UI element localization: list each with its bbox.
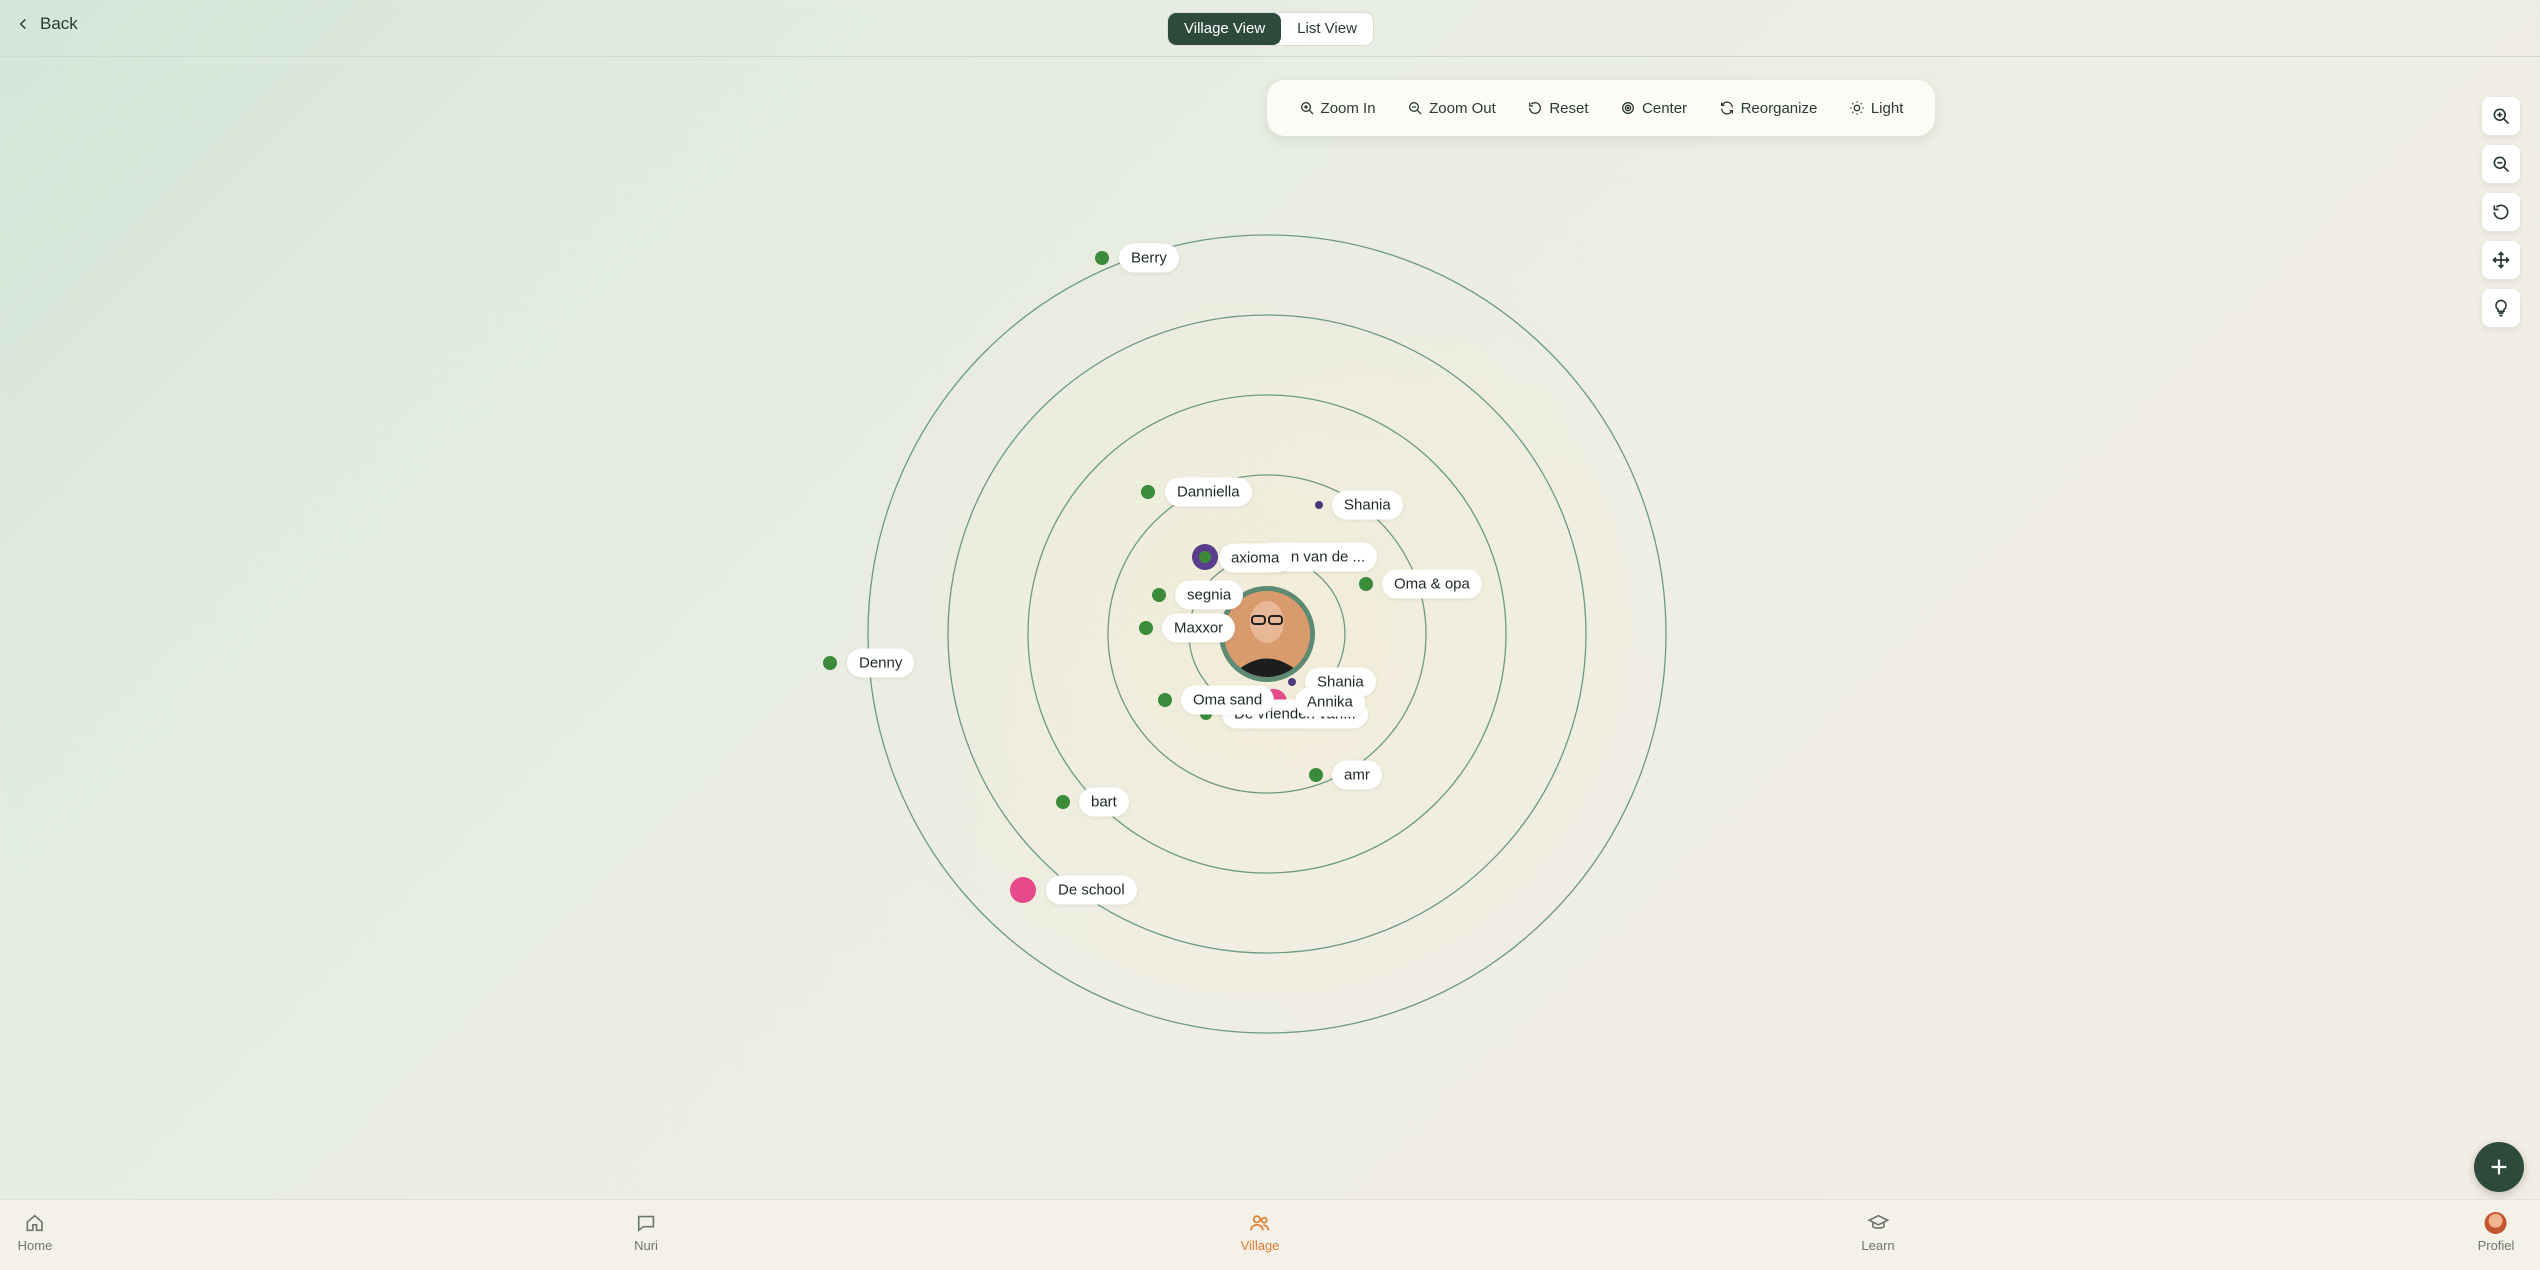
nav-village[interactable]: Village — [1240, 1212, 1280, 1253]
sun-icon — [1850, 101, 1864, 115]
zoom-out-label: Zoom Out — [1429, 99, 1496, 117]
zoom-in-icon — [2493, 108, 2510, 125]
village-canvas[interactable]: Berry Danniella Shania ...en van de ... … — [0, 0, 2540, 1200]
node-label[interactable]: segnia — [1175, 580, 1244, 610]
nav-nuri[interactable]: Nuri — [634, 1212, 658, 1253]
node-berry-dot[interactable] — [1095, 251, 1109, 265]
side-move-button[interactable] — [2482, 241, 2520, 279]
node-label[interactable]: Berry — [1119, 243, 1179, 273]
node-oma-sand-dot[interactable] — [1158, 693, 1172, 707]
node-label[interactable]: Maxxor — [1162, 613, 1236, 643]
node-maxxor-dot[interactable] — [1139, 621, 1153, 635]
side-zoom-in-button[interactable] — [2482, 97, 2520, 135]
nav-learn-label: Learn — [1861, 1238, 1895, 1253]
nav-village-label: Village — [1240, 1238, 1280, 1253]
zoom-out-icon — [2493, 156, 2510, 173]
refresh-icon — [1720, 101, 1733, 115]
side-zoom-out-button[interactable] — [2482, 145, 2520, 183]
reset-icon — [1529, 102, 1542, 114]
light-label: Light — [1870, 99, 1904, 117]
zoom-in-button[interactable]: Zoom In — [1299, 100, 1376, 117]
node-label[interactable]: Danniella — [1165, 477, 1252, 507]
lightbulb-icon — [2495, 299, 2507, 317]
center-label: Center — [1642, 99, 1688, 117]
node-label[interactable]: amr — [1332, 760, 1382, 790]
node-label[interactable]: De school — [1046, 875, 1137, 905]
nav-profiel-label: Profiel — [2477, 1238, 2515, 1253]
node-oma-opa-dot[interactable] — [1359, 577, 1373, 591]
move-icon — [2492, 251, 2510, 269]
bottom-navigation: Home Nuri Village Learn Profiel — [0, 1199, 2540, 1270]
graduation-cap-icon — [1867, 1214, 1889, 1229]
node-axioma-inner — [1199, 551, 1211, 563]
reorganize-label: Reorganize — [1740, 99, 1818, 117]
zoom-out-icon — [1409, 102, 1422, 115]
reset-icon — [2493, 204, 2509, 220]
node-shania-dot[interactable] — [1315, 501, 1323, 509]
node-label[interactable]: Oma & opa — [1382, 569, 1482, 599]
reset-button[interactable]: Reset — [1527, 99, 1589, 117]
people-icon — [1250, 1215, 1270, 1231]
node-label[interactable]: Oma sand — [1181, 685, 1275, 715]
nav-nuri-label: Nuri — [634, 1238, 658, 1253]
nav-home[interactable]: Home — [17, 1212, 53, 1253]
side-lightbulb-button[interactable] — [2482, 289, 2520, 327]
side-reset-button[interactable] — [2482, 193, 2520, 231]
chat-icon — [637, 1215, 655, 1233]
node-de-school-dot[interactable] — [1010, 877, 1036, 903]
node-label[interactable]: axioma — [1219, 543, 1292, 573]
node-denny-dot[interactable] — [823, 656, 837, 670]
zoom-in-icon — [1300, 102, 1314, 115]
graph-toolbar: Zoom In Zoom Out Reset Center Reorganize… — [1267, 80, 1935, 136]
node-danniella-dot[interactable] — [1141, 485, 1155, 499]
center-button[interactable]: Center — [1620, 100, 1687, 117]
nav-learn[interactable]: Learn — [1861, 1212, 1895, 1253]
node-amr-dot[interactable] — [1309, 768, 1323, 782]
node-label[interactable]: Denny — [847, 648, 915, 678]
node-segnia-dot[interactable] — [1152, 588, 1166, 602]
zoom-in-label: Zoom In — [1320, 99, 1376, 117]
home-icon — [26, 1214, 44, 1232]
node-label[interactable]: bart — [1079, 787, 1129, 817]
reset-label: Reset — [1549, 99, 1589, 117]
node-label[interactable]: Annika — [1295, 687, 1365, 717]
reorganize-button[interactable]: Reorganize — [1719, 99, 1818, 117]
node-bart-dot[interactable] — [1056, 795, 1070, 809]
nav-profiel[interactable]: Profiel — [2477, 1212, 2515, 1253]
village-rings — [823, 204, 1697, 1064]
avatar — [2484, 1212, 2507, 1234]
plus-icon — [2491, 1159, 2507, 1175]
add-member-button[interactable] — [2474, 1142, 2524, 1192]
nav-home-label: Home — [17, 1238, 53, 1253]
light-button[interactable]: Light — [1849, 99, 1904, 117]
zoom-out-button[interactable]: Zoom Out — [1407, 100, 1496, 117]
node-label[interactable]: Shania — [1332, 490, 1403, 520]
target-icon — [1622, 102, 1635, 114]
node-shania-2-dot[interactable] — [1288, 678, 1296, 686]
